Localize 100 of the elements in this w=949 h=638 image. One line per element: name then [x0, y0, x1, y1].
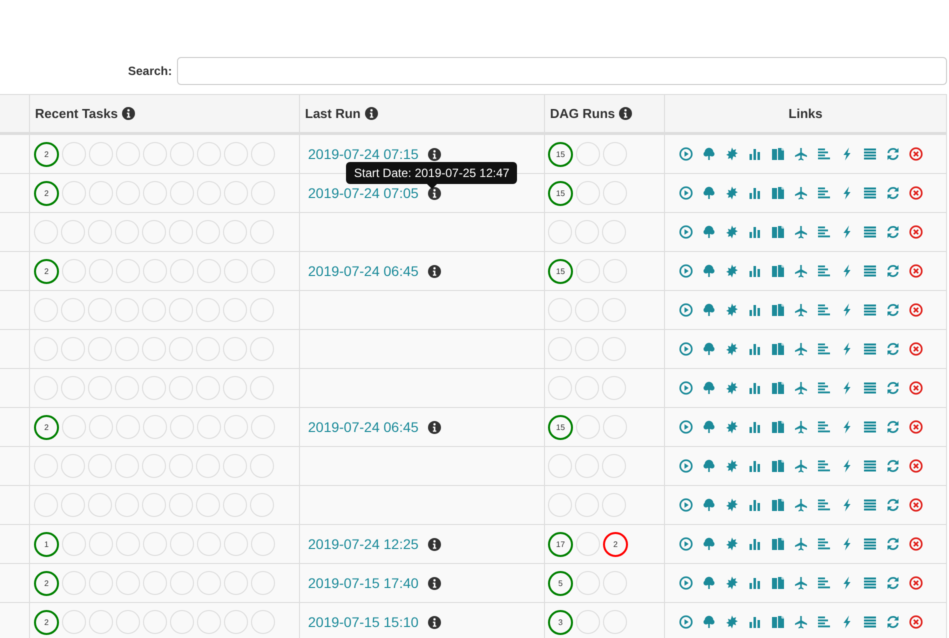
- airplane-icon[interactable]: [794, 615, 808, 629]
- tree-icon[interactable]: [702, 537, 716, 551]
- status-count[interactable]: 2: [34, 414, 59, 440]
- tree-icon[interactable]: [702, 420, 716, 434]
- bar-chart-icon[interactable]: [748, 576, 762, 590]
- refresh-icon[interactable]: [886, 615, 900, 629]
- status-count[interactable]: 3: [548, 610, 573, 634]
- refresh-icon[interactable]: [886, 537, 900, 551]
- files-icon[interactable]: [771, 381, 785, 395]
- files-icon[interactable]: [771, 537, 785, 551]
- files-icon[interactable]: [771, 225, 785, 239]
- airplane-icon[interactable]: [794, 342, 808, 356]
- delete-icon[interactable]: [909, 264, 923, 278]
- align-left-icon[interactable]: [817, 576, 831, 590]
- tree-icon[interactable]: [702, 342, 716, 356]
- list-icon[interactable]: [863, 615, 877, 629]
- starburst-icon[interactable]: [725, 264, 739, 278]
- list-icon[interactable]: [863, 498, 877, 512]
- bar-chart-icon[interactable]: [748, 615, 762, 629]
- starburst-icon[interactable]: [725, 420, 739, 434]
- align-left-icon[interactable]: [817, 498, 831, 512]
- delete-icon[interactable]: [909, 537, 923, 551]
- bar-chart-icon[interactable]: [748, 342, 762, 356]
- play-circle-icon[interactable]: [679, 225, 693, 239]
- last-run-link[interactable]: 2019-07-24 07:15: [308, 146, 419, 162]
- refresh-icon[interactable]: [886, 186, 900, 200]
- tree-icon[interactable]: [702, 147, 716, 161]
- list-icon[interactable]: [863, 264, 877, 278]
- airplane-icon[interactable]: [794, 537, 808, 551]
- align-left-icon[interactable]: [817, 459, 831, 473]
- align-left-icon[interactable]: [817, 615, 831, 629]
- files-icon[interactable]: [771, 420, 785, 434]
- tree-icon[interactable]: [702, 225, 716, 239]
- align-left-icon[interactable]: [817, 381, 831, 395]
- bar-chart-icon[interactable]: [748, 147, 762, 161]
- status-count[interactable]: 15: [548, 180, 573, 206]
- refresh-icon[interactable]: [886, 459, 900, 473]
- files-icon[interactable]: [771, 186, 785, 200]
- list-icon[interactable]: [863, 381, 877, 395]
- files-icon[interactable]: [771, 576, 785, 590]
- tree-icon[interactable]: [702, 576, 716, 590]
- play-circle-icon[interactable]: [679, 615, 693, 629]
- last-run-link[interactable]: 2019-07-24 12:25: [308, 536, 419, 552]
- status-count[interactable]: 2: [34, 258, 59, 284]
- delete-icon[interactable]: [909, 615, 923, 629]
- list-icon[interactable]: [863, 147, 877, 161]
- tree-icon[interactable]: [702, 498, 716, 512]
- status-count[interactable]: 2: [34, 142, 59, 166]
- refresh-icon[interactable]: [886, 420, 900, 434]
- search-field[interactable]: [177, 57, 947, 85]
- status-count[interactable]: 1: [34, 532, 59, 556]
- airplane-icon[interactable]: [794, 576, 808, 590]
- align-left-icon[interactable]: [817, 420, 831, 434]
- airplane-icon[interactable]: [794, 420, 808, 434]
- tree-icon[interactable]: [702, 381, 716, 395]
- align-left-icon[interactable]: [817, 186, 831, 200]
- list-icon[interactable]: [863, 303, 877, 317]
- play-circle-icon[interactable]: [679, 537, 693, 551]
- airplane-icon[interactable]: [794, 498, 808, 512]
- tree-icon[interactable]: [702, 264, 716, 278]
- tree-icon[interactable]: [702, 186, 716, 200]
- play-circle-icon[interactable]: [679, 264, 693, 278]
- refresh-icon[interactable]: [886, 303, 900, 317]
- status-count[interactable]: 2: [603, 532, 628, 556]
- bar-chart-icon[interactable]: [748, 537, 762, 551]
- play-circle-icon[interactable]: [679, 303, 693, 317]
- play-circle-icon[interactable]: [679, 381, 693, 395]
- airplane-icon[interactable]: [794, 303, 808, 317]
- refresh-icon[interactable]: [886, 576, 900, 590]
- play-circle-icon[interactable]: [679, 420, 693, 434]
- starburst-icon[interactable]: [725, 303, 739, 317]
- align-left-icon[interactable]: [817, 342, 831, 356]
- list-icon[interactable]: [863, 537, 877, 551]
- status-count[interactable]: 15: [548, 414, 573, 440]
- play-circle-icon[interactable]: [679, 459, 693, 473]
- airplane-icon[interactable]: [794, 186, 808, 200]
- align-left-icon[interactable]: [817, 147, 831, 161]
- airplane-icon[interactable]: [794, 264, 808, 278]
- files-icon[interactable]: [771, 303, 785, 317]
- status-count[interactable]: 2: [34, 180, 59, 206]
- play-circle-icon[interactable]: [679, 186, 693, 200]
- last-run-link[interactable]: 2019-07-24 06:45: [308, 263, 419, 279]
- starburst-icon[interactable]: [725, 225, 739, 239]
- refresh-icon[interactable]: [886, 264, 900, 278]
- starburst-icon[interactable]: [725, 147, 739, 161]
- bar-chart-icon[interactable]: [748, 381, 762, 395]
- list-icon[interactable]: [863, 225, 877, 239]
- align-left-icon[interactable]: [817, 537, 831, 551]
- files-icon[interactable]: [771, 264, 785, 278]
- refresh-icon[interactable]: [886, 381, 900, 395]
- bar-chart-icon[interactable]: [748, 498, 762, 512]
- bar-chart-icon[interactable]: [748, 420, 762, 434]
- bar-chart-icon[interactable]: [748, 225, 762, 239]
- status-count[interactable]: 2: [34, 610, 59, 634]
- tree-icon[interactable]: [702, 303, 716, 317]
- status-count[interactable]: 17: [548, 532, 573, 556]
- delete-icon[interactable]: [909, 381, 923, 395]
- play-circle-icon[interactable]: [679, 147, 693, 161]
- files-icon[interactable]: [771, 147, 785, 161]
- list-icon[interactable]: [863, 342, 877, 356]
